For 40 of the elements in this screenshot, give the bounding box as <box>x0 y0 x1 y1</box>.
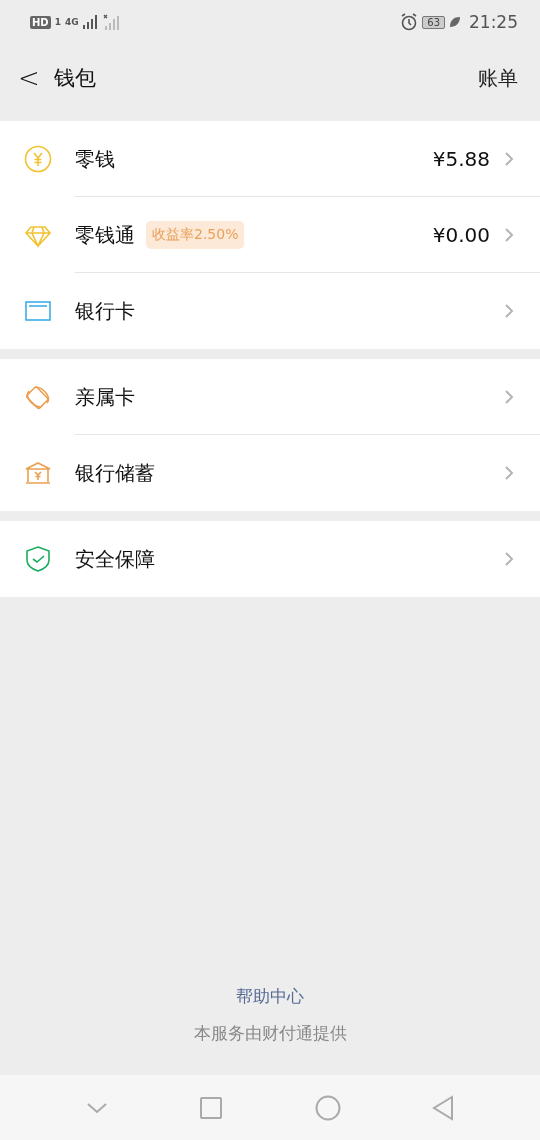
balance-amount: ¥5.88 <box>432 147 490 171</box>
rate-tag: 收益率2.50% <box>146 221 245 249</box>
item-label: 零钱 <box>75 145 115 173</box>
balance-amount: ¥0.00 <box>432 223 490 247</box>
clock-time: 21:25 <box>469 12 518 32</box>
home-icon[interactable] <box>314 1094 341 1121</box>
chevron-icon <box>504 303 514 319</box>
hd-indicator: HD <box>30 15 51 29</box>
alarm-icon <box>400 13 419 31</box>
chevron-icon <box>504 465 514 481</box>
back-icon[interactable] <box>432 1094 455 1121</box>
sim-indicator: 1 <box>54 17 61 27</box>
provider-note: 本服务由财付通提供 <box>193 1022 347 1045</box>
list-item[interactable]: 银行卡 <box>0 273 540 349</box>
recent-apps-icon[interactable] <box>199 1095 224 1120</box>
list-item[interactable]: 安全保障 <box>0 521 540 597</box>
leaf-icon <box>449 16 461 28</box>
chevron-icon <box>504 551 514 567</box>
help-center-link[interactable]: 帮助中心 <box>236 985 304 1008</box>
battery-indicator: 63 <box>422 15 445 29</box>
item-label: 银行储蓄 <box>75 459 155 487</box>
list-item[interactable]: 零钱通 收益率2.50% ¥0.00 <box>0 197 540 273</box>
hide-icon[interactable] <box>85 1101 108 1114</box>
back-button[interactable]: < <box>18 63 54 93</box>
item-label: 银行卡 <box>75 297 135 325</box>
no-signal-icon <box>102 14 121 30</box>
list-item[interactable]: 银行储蓄 <box>0 435 540 511</box>
list-item[interactable]: 亲属卡 <box>0 359 540 435</box>
list-item[interactable]: 零钱 ¥5.88 <box>0 121 540 197</box>
item-label: 安全保障 <box>75 545 155 573</box>
chevron-icon <box>504 151 514 167</box>
network-indicator: 4G <box>64 17 79 27</box>
chevron-icon <box>504 227 514 243</box>
chevron-icon <box>504 389 514 405</box>
page-title: 钱包 <box>54 65 96 92</box>
item-label: 亲属卡 <box>75 383 135 411</box>
signal-icon <box>82 15 99 29</box>
bill-link[interactable]: 账单 <box>478 64 518 92</box>
coin-icon <box>22 144 53 174</box>
item-label: 零钱通 <box>75 221 135 249</box>
